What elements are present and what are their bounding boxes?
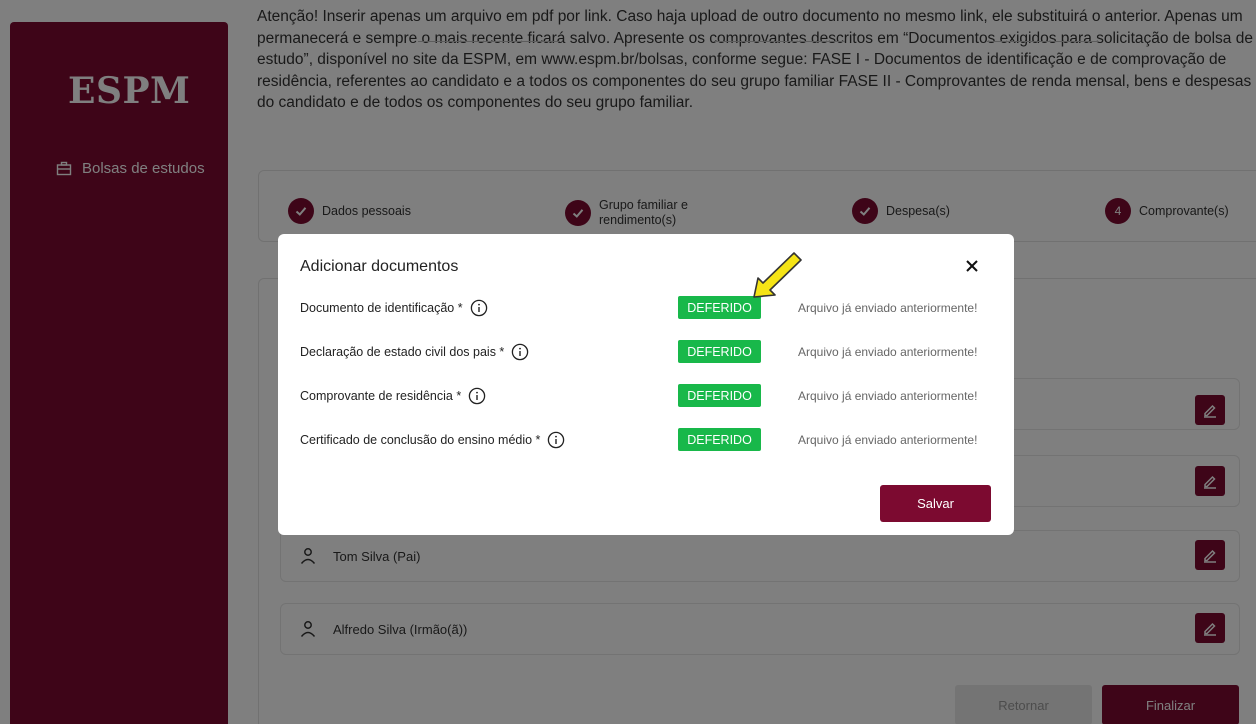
info-icon[interactable]: [470, 299, 488, 317]
document-row: Comprovante de residência * DEFERIDO Arq…: [300, 384, 1000, 408]
document-label: Certificado de conclusão do ensino médio…: [300, 431, 565, 449]
save-button[interactable]: Salvar: [880, 485, 991, 522]
status-badge: DEFERIDO: [678, 428, 761, 451]
upload-status: Arquivo já enviado anteriormente!: [798, 301, 978, 315]
close-icon[interactable]: [963, 257, 981, 275]
document-label: Comprovante de residência *: [300, 387, 486, 405]
status-badge: DEFERIDO: [678, 340, 761, 363]
document-label: Declaração de estado civil dos pais *: [300, 343, 529, 361]
modal-title: Adicionar documentos: [300, 258, 459, 275]
upload-status: Arquivo já enviado anteriormente!: [798, 345, 978, 359]
document-row: Documento de identificação * DEFERIDO Ar…: [300, 296, 1000, 320]
add-documents-modal: Adicionar documentos Documento de identi…: [278, 234, 1014, 535]
document-row: Certificado de conclusão do ensino médio…: [300, 428, 1000, 452]
upload-status: Arquivo já enviado anteriormente!: [798, 389, 978, 403]
upload-status: Arquivo já enviado anteriormente!: [798, 433, 978, 447]
annotation-arrow-icon: [753, 252, 802, 298]
info-icon[interactable]: [547, 431, 565, 449]
info-icon[interactable]: [511, 343, 529, 361]
document-row: Declaração de estado civil dos pais * DE…: [300, 340, 1000, 364]
document-label: Documento de identificação *: [300, 299, 488, 317]
status-badge: DEFERIDO: [678, 384, 761, 407]
info-icon[interactable]: [468, 387, 486, 405]
